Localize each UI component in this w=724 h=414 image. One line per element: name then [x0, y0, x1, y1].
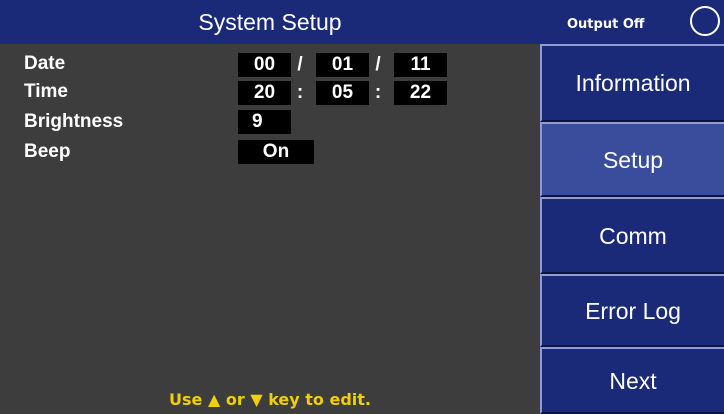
setup-button[interactable]: Setup: [540, 122, 724, 197]
time-minute-field[interactable]: 05: [316, 81, 369, 105]
edit-hint: Use ▲ or ▼ key to edit.: [0, 390, 540, 412]
up-arrow-icon: ▲: [207, 390, 221, 409]
brightness-label: Brightness: [24, 111, 124, 132]
date-year-field[interactable]: 00: [238, 53, 291, 77]
time-second-field[interactable]: 22: [394, 81, 447, 105]
settings-panel: Date 00 / 01 / 11 Time 20 : 05 : 22 Brig…: [0, 44, 540, 414]
date-separator: /: [375, 54, 381, 75]
date-month-field[interactable]: 01: [316, 53, 369, 77]
hint-suffix: key to edit.: [268, 390, 371, 409]
time-separator: :: [296, 82, 304, 103]
date-label: Date: [24, 53, 66, 74]
output-indicator-icon: [690, 6, 720, 36]
error-log-button[interactable]: Error Log: [540, 274, 724, 347]
softkey-menu: Information Setup Comm Error Log Next: [540, 44, 724, 414]
page-title: System Setup: [198, 9, 342, 35]
down-arrow-icon: ▼: [250, 390, 263, 409]
date-separator: /: [297, 54, 303, 75]
title-bar: System Setup Output Off: [0, 0, 724, 44]
hint-middle: or: [225, 390, 245, 409]
output-status-label: Output Off: [567, 17, 645, 32]
date-day-field[interactable]: 11: [394, 53, 447, 77]
hint-prefix: Use: [169, 390, 203, 409]
next-button[interactable]: Next: [540, 347, 724, 414]
information-button[interactable]: Information: [540, 44, 724, 122]
beep-label: Beep: [24, 141, 71, 162]
comm-button[interactable]: Comm: [540, 197, 724, 274]
time-separator: :: [374, 82, 382, 103]
brightness-field[interactable]: 9: [238, 110, 291, 134]
beep-field[interactable]: On: [238, 140, 314, 164]
time-label: Time: [24, 81, 69, 102]
time-hour-field[interactable]: 20: [238, 81, 291, 105]
